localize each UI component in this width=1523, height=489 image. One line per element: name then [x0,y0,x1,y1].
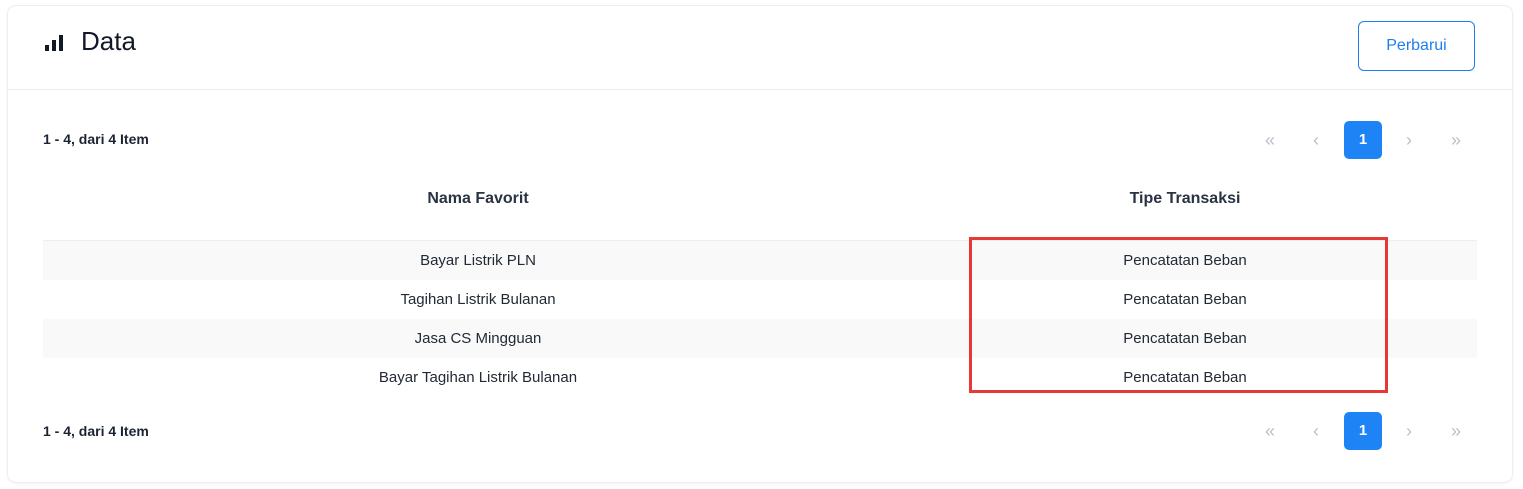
refresh-button[interactable]: Perbarui [1358,21,1475,71]
table-header: Nama Favorit Tipe Transaksi [43,176,1477,241]
table-row[interactable]: Bayar Tagihan Listrik Bulanan Pencatatan… [43,358,1477,397]
column-header-nama-favorit: Nama Favorit [427,190,529,207]
prev-page-button[interactable]: ‹ [1306,412,1326,450]
page-1-button[interactable]: 1 [1344,412,1382,450]
next-page-button[interactable]: › [1399,412,1419,450]
cell-tipe-transaksi: Pencatatan Beban [1123,291,1247,308]
item-count-summary-top: 1 - 4, dari 4 Item [43,131,149,147]
cell-tipe-transaksi: Pencatatan Beban [1123,252,1247,269]
column-header-tipe-transaksi: Tipe Transaksi [1129,190,1241,207]
cell-tipe-transaksi: Pencatatan Beban [1123,369,1247,386]
pagination-top: « ‹ 1 › » [1260,121,1481,159]
first-page-button[interactable]: « [1260,121,1280,159]
table-row[interactable]: Tagihan Listrik Bulanan Pencatatan Beban [43,280,1477,319]
card-header: Data Perbarui [8,6,1512,90]
last-page-button[interactable]: » [1446,412,1466,450]
page-1-button[interactable]: 1 [1344,121,1382,159]
bar-chart-icon [45,35,63,51]
pagination-bottom: « ‹ 1 › » [1260,412,1481,450]
cell-nama-favorit: Jasa CS Mingguan [414,330,542,347]
cell-nama-favorit: Bayar Tagihan Listrik Bulanan [378,369,578,386]
first-page-button[interactable]: « [1260,412,1280,450]
page-title: Data [81,26,136,56]
table-row[interactable]: Jasa CS Mingguan Pencatatan Beban [43,319,1477,358]
data-card: Data Perbarui 1 - 4, dari 4 Item « ‹ 1 ›… [8,6,1512,482]
cell-nama-favorit: Tagihan Listrik Bulanan [400,291,556,308]
item-count-summary-bottom: 1 - 4, dari 4 Item [43,423,149,439]
next-page-button[interactable]: › [1399,121,1419,159]
table-row[interactable]: Bayar Listrik PLN Pencatatan Beban [43,241,1477,280]
table-body: Bayar Listrik PLN Pencatatan Beban Tagih… [43,241,1477,397]
prev-page-button[interactable]: ‹ [1306,121,1326,159]
cell-tipe-transaksi: Pencatatan Beban [1123,330,1247,347]
cell-nama-favorit: Bayar Listrik PLN [420,252,536,269]
last-page-button[interactable]: » [1446,121,1466,159]
